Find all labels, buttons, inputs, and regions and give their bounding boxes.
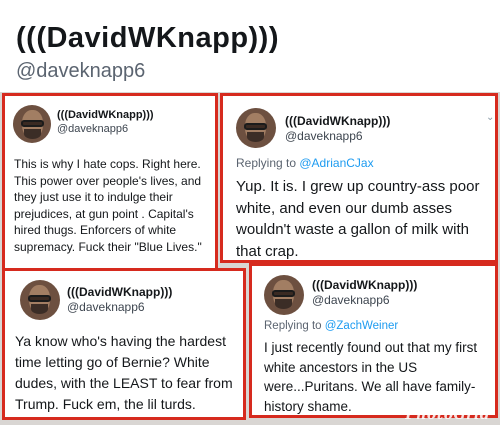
profile-handle: @daveknapp6: [16, 60, 146, 82]
avatar-beard: [247, 132, 264, 142]
replying-to-line: Replying to @ZachWeiner: [264, 320, 398, 332]
tweet-card-1[interactable]: (((DavidWKnapp))) @daveknapp6 This is wh…: [2, 93, 218, 271]
tweet-card-3[interactable]: (((DavidWKnapp))) @daveknapp6 Ya know wh…: [2, 268, 246, 420]
avatar[interactable]: [236, 108, 276, 148]
tweet-card-4[interactable]: (((DavidWKnapp))) @daveknapp6 Replying t…: [249, 263, 498, 418]
replying-to-prefix: Replying to: [236, 156, 300, 170]
avatar-beard: [31, 304, 48, 314]
tweet-handle[interactable]: @daveknapp6: [67, 300, 145, 314]
avatar[interactable]: [264, 275, 304, 315]
chevron-down-icon[interactable]: ⌄: [486, 112, 494, 123]
tweet-text: I just recently found out that my first …: [264, 340, 478, 414]
replying-to-mention[interactable]: @AdrianCJax: [299, 156, 373, 170]
avatar-beard: [275, 299, 292, 309]
tweet-handle[interactable]: @daveknapp6: [285, 129, 363, 143]
replying-to-prefix: Replying to: [264, 320, 325, 332]
tweet-text: Yup. It is. I grew up country-ass poor w…: [236, 178, 480, 260]
tweet-card-2[interactable]: (((DavidWKnapp))) @daveknapp6 ⌄ Replying…: [220, 93, 498, 263]
replying-to-mention[interactable]: @ZachWeiner: [325, 320, 398, 332]
profile-header: (((DavidWKnapp))) @daveknapp6: [0, 0, 500, 92]
avatar-glasses: [244, 123, 267, 130]
avatar[interactable]: [13, 105, 51, 143]
avatar-glasses: [21, 120, 44, 127]
avatar-glasses: [28, 295, 51, 302]
avatar[interactable]: [20, 280, 60, 320]
replying-to-line: Replying to @AdrianCJax: [236, 156, 374, 170]
tweet-handle[interactable]: @daveknapp6: [57, 123, 128, 135]
tweet-display-name[interactable]: (((DavidWKnapp))): [285, 114, 390, 128]
tweet-display-name[interactable]: (((DavidWKnapp))): [57, 109, 154, 121]
profile-display-name: (((DavidWKnapp))): [16, 22, 280, 54]
avatar-beard: [24, 129, 41, 139]
tweet-text: This is why I hate cops. Right here. Thi…: [14, 157, 202, 254]
tweet-handle[interactable]: @daveknapp6: [312, 293, 390, 307]
avatar-glasses: [272, 290, 295, 297]
tweet-display-name[interactable]: (((DavidWKnapp))): [312, 278, 417, 292]
tweet-text: Ya know who's having the hardest time le…: [15, 333, 233, 412]
photogrid-watermark: PhotoGrid: [405, 407, 490, 423]
tweet-display-name[interactable]: (((DavidWKnapp))): [67, 285, 172, 299]
